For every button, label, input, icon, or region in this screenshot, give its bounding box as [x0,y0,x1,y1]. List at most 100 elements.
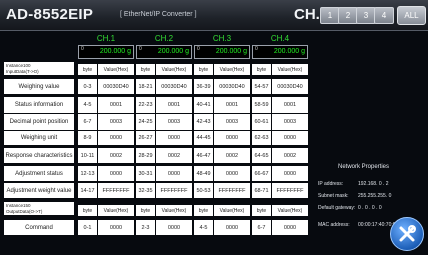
value-cell: 00030D40 [156,79,192,94]
channel-2-display: CH.2 0 200.000 g [136,34,192,59]
command-value-input[interactable]: 0000 [156,220,192,235]
row-label-2: Decimal point position [4,114,74,130]
value-cell: 0002 [272,148,308,163]
value-cell: FFFFFFFF [272,183,308,198]
command-byte-cell: 0-1 [78,220,97,235]
value-cell: 0000 [272,131,308,145]
byte-column-header: byte [78,205,97,216]
value-cell: 0003 [214,114,250,130]
command-row-label: Command [4,220,74,235]
command-value-input[interactable]: 0000 [98,220,134,235]
network-properties-title: Network Properties [338,164,390,170]
byte-cell: 24-25 [136,114,155,130]
byte-column-header: byte [252,64,271,75]
command-value-input[interactable]: 0000 [214,220,250,235]
command-byte-cell: 2-3 [136,220,155,235]
byte-column-header: byte [136,205,155,216]
byte-cell: 30-31 [136,166,155,181]
channel-1-button[interactable]: 1 [320,7,340,24]
channel-label: CH. [294,6,320,23]
value-hex-column-header: Value(Hex) [214,205,250,216]
value-cell: 0003 [98,114,134,130]
byte-cell: 58-59 [252,97,271,113]
value-cell: 0003 [156,114,192,130]
command-byte-cell: 6-7 [252,220,271,235]
channel-4-button[interactable]: 4 [374,7,394,24]
value-cell: 0001 [272,97,308,113]
command-value-input[interactable]: 0000 [272,220,308,235]
input-data-label: Instance100 InputData(T->O) [4,62,74,75]
byte-cell: 54-57 [252,79,271,94]
value-cell: 00030D40 [98,79,134,94]
channel-1-name: CH.1 [96,34,116,43]
byte-cell: 46-47 [194,148,213,163]
value-hex-column-header: Value(Hex) [156,64,192,75]
output-data-label: Instance150 OutputData(O->T) [4,202,74,215]
byte-column-header: byte [252,205,271,216]
byte-column-header: byte [194,205,213,216]
ip-address-value: 192.168. 0 . 2 [358,181,389,187]
channel-2-name: CH.2 [154,34,174,43]
channel-2-value: 0 200.000 g [136,45,192,59]
value-cell: 0000 [272,166,308,181]
channel-3-value: 0 200.000 g [194,45,250,59]
row-label-0: Weighing value [4,79,74,94]
byte-cell: 60-61 [252,114,271,130]
value-cell: 0000 [156,166,192,181]
row-label-6: Adjustment weight value [4,183,74,198]
app-subtitle: [ EtherNet/IP Converter ] [120,11,197,18]
byte-cell: 4-5 [78,97,97,113]
value-hex-column-header: Value(Hex) [98,64,134,75]
channel-4-value: 0 200.000 g [252,45,308,59]
settings-button[interactable] [390,217,424,251]
value-cell: 00030D40 [214,79,250,94]
byte-cell: 12-13 [78,166,97,181]
value-cell: FFFFFFFF [156,183,192,198]
row-label-1: Status information [4,97,74,113]
byte-cell: 0-3 [78,79,97,94]
channel-3-display: CH.3 0 200.000 g [194,34,250,59]
default-gateway-value: 0 . 0 . 0 . 0 [358,205,382,211]
channel-3-name: CH.3 [212,34,232,43]
value-cell: 00030D40 [272,79,308,94]
channel-4-name: CH.4 [270,34,290,43]
value-cell: 0000 [214,166,250,181]
byte-column-header: byte [136,64,155,75]
byte-cell: 48-49 [194,166,213,181]
byte-cell: 68-71 [252,183,271,198]
value-cell: 0000 [98,131,134,145]
header-bar: AD-8552EIP [ EtherNet/IP Converter ] CH.… [0,0,428,31]
subnet-mask-label: Subnet mask: [318,193,349,199]
value-cell: 0000 [98,166,134,181]
mac-address-label: MAC address: [318,222,350,228]
all-channels-button[interactable]: ALL [397,6,426,25]
byte-cell: 6-7 [78,114,97,130]
byte-cell: 62-63 [252,131,271,145]
byte-cell: 8-9 [78,131,97,145]
byte-cell: 42-43 [194,114,213,130]
wrench-screwdriver-icon [399,225,416,242]
value-hex-column-header: Value(Hex) [98,205,134,216]
row-label-5: Adjustment status [4,166,74,181]
byte-cell: 14-17 [78,183,97,198]
channel-4-display: CH.4 0 200.000 g [252,34,308,59]
byte-cell: 64-65 [252,148,271,163]
value-hex-column-header: Value(Hex) [272,64,308,75]
ip-address-label: IP address: [318,181,344,187]
value-hex-column-header: Value(Hex) [272,205,308,216]
byte-column-header: byte [78,64,97,75]
channel-3-button[interactable]: 3 [356,7,376,24]
value-hex-column-header: Value(Hex) [156,205,192,216]
channel-1-value: 0 200.000 g [78,45,134,59]
value-cell: 0003 [272,114,308,130]
byte-cell: 44-45 [194,131,213,145]
value-cell: 0002 [156,148,192,163]
value-cell: 0000 [156,131,192,145]
channel-1-display: CH.1 0 200.000 g [78,34,134,59]
channel-2-button[interactable]: 2 [338,7,358,24]
byte-cell: 66-67 [252,166,271,181]
app-title: AD-8552EIP [6,6,94,23]
byte-cell: 32-35 [136,183,155,198]
value-cell: 0002 [214,148,250,163]
byte-column-header: byte [194,64,213,75]
